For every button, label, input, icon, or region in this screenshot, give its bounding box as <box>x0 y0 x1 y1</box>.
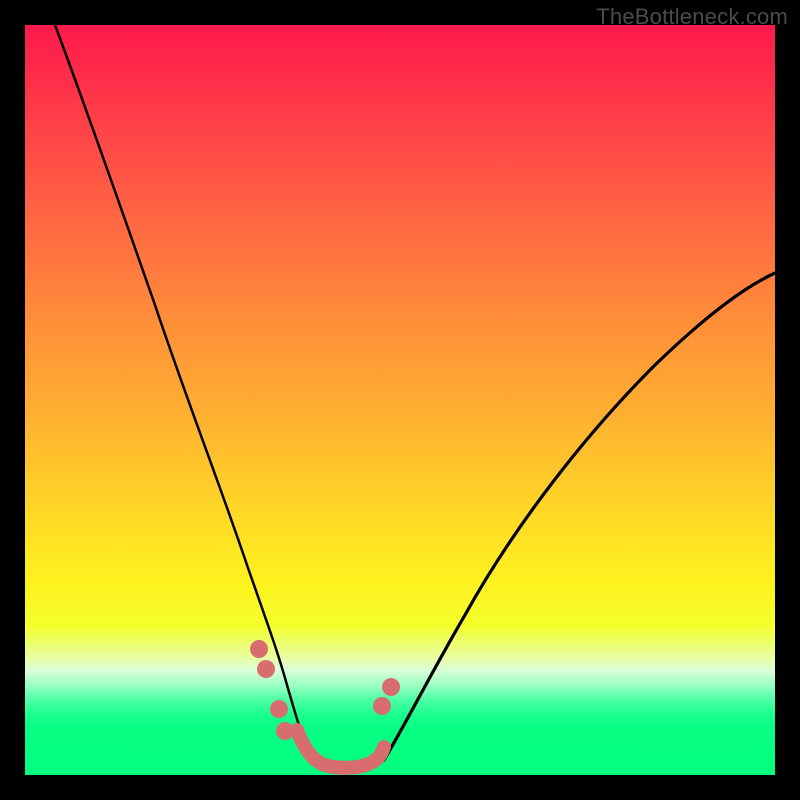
trough-highlight <box>297 730 384 768</box>
marker-dot <box>373 697 391 715</box>
marker-dot <box>276 722 294 740</box>
plot-area <box>25 25 775 775</box>
curve-left <box>55 25 309 756</box>
marker-dot <box>250 640 268 658</box>
chart-stage: TheBottleneck.com <box>0 0 800 800</box>
marker-dot <box>257 660 275 678</box>
curve-layer <box>25 25 775 775</box>
marker-dot <box>270 700 288 718</box>
marker-dot <box>382 678 400 696</box>
curve-right <box>384 273 775 760</box>
